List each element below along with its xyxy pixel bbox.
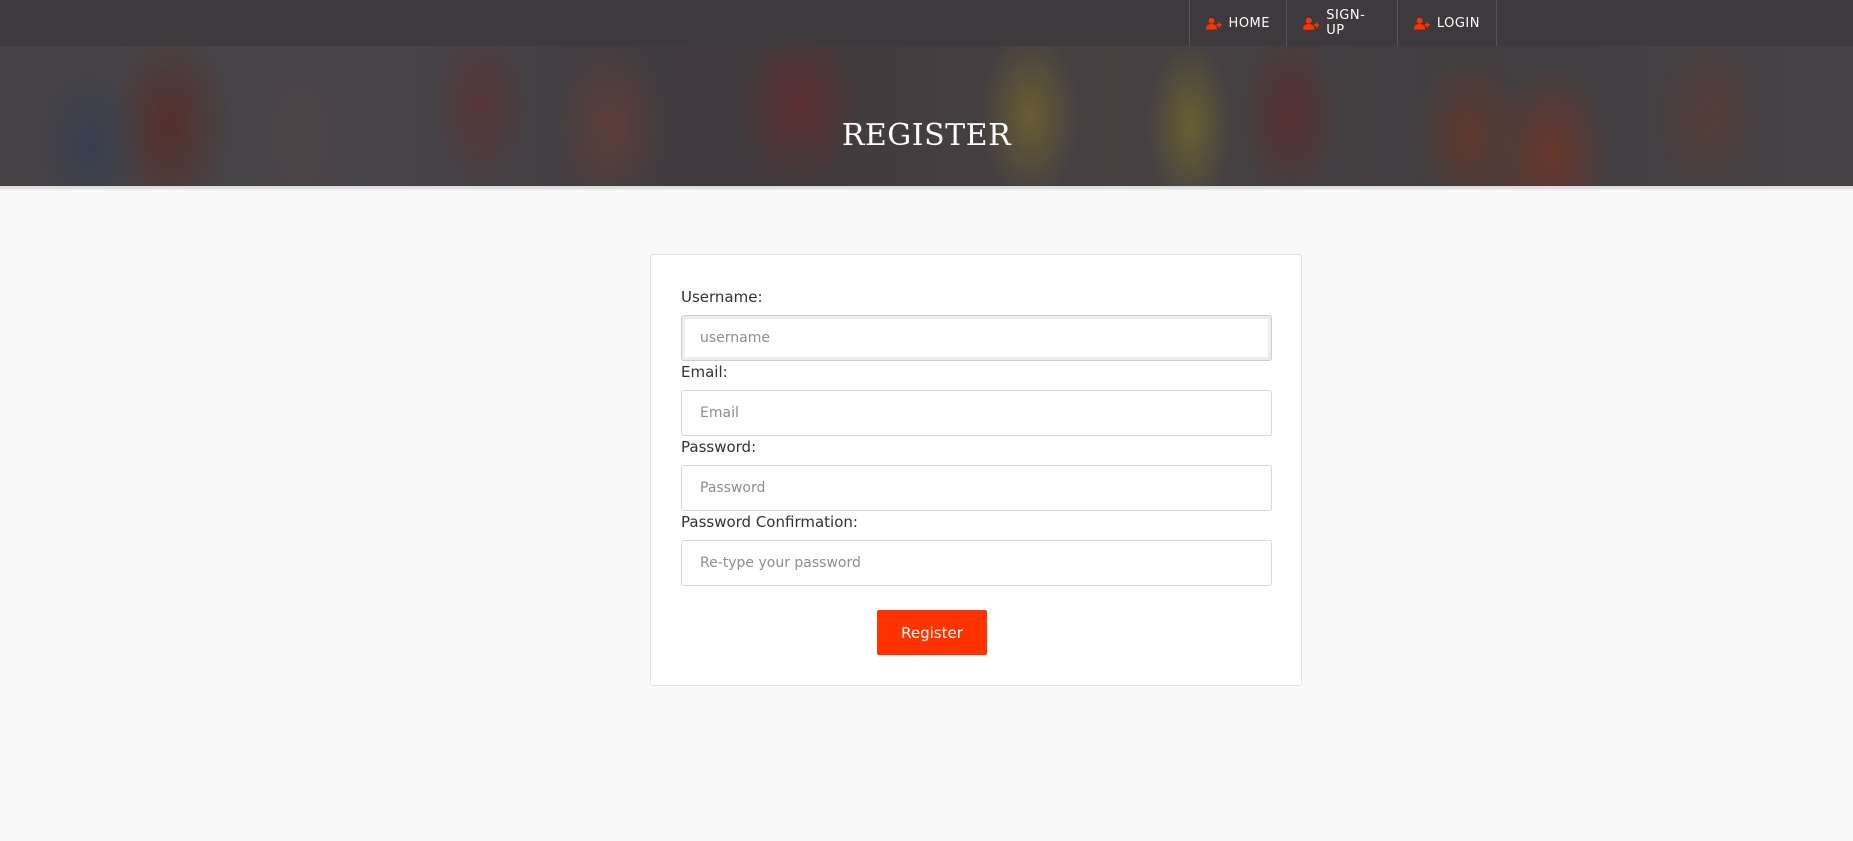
nav-label-login: LOGIN xyxy=(1436,15,1480,31)
password-confirmation-input[interactable] xyxy=(681,540,1272,586)
username-input[interactable] xyxy=(681,315,1272,361)
nav-item-home[interactable]: HOME xyxy=(1190,0,1287,46)
main-nav: HOME SIGN-UP LOGIN xyxy=(1189,0,1497,46)
user-plus-icon xyxy=(1303,17,1320,30)
top-navbar: HOME SIGN-UP LOGIN xyxy=(0,0,1853,46)
email-input[interactable] xyxy=(681,390,1272,436)
register-form: Username: Email: Password: Password Conf… xyxy=(650,254,1302,686)
nav-item-sign-up[interactable]: SIGN-UP xyxy=(1287,0,1398,46)
email-label: Email: xyxy=(681,363,728,381)
nav-item-login[interactable]: LOGIN xyxy=(1398,0,1497,46)
user-plus-icon xyxy=(1206,17,1222,29)
user-plus-icon xyxy=(1414,17,1430,30)
nav-label-sign-up: SIGN-UP xyxy=(1326,8,1366,38)
password-confirmation-label: Password Confirmation: xyxy=(681,513,858,531)
page-title: REGISTER xyxy=(841,118,1012,153)
register-button[interactable]: Register xyxy=(877,610,987,655)
password-input[interactable] xyxy=(681,465,1272,511)
nav-label-home: HOME xyxy=(1228,15,1270,31)
hero-banner: REGISTER xyxy=(0,46,1853,190)
username-label: Username: xyxy=(681,288,763,306)
password-label: Password: xyxy=(681,438,757,456)
